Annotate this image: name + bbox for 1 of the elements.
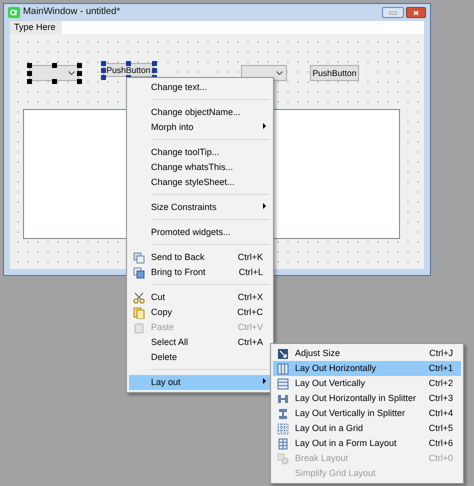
window-title: MainWindow - untitled*	[23, 5, 120, 20]
